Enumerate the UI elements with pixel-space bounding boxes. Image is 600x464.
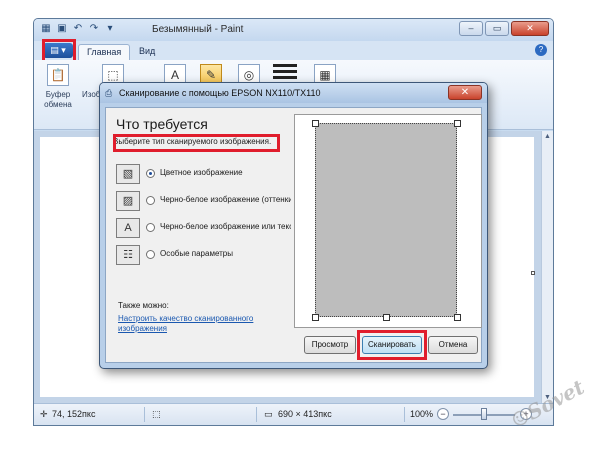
vertical-scrollbar[interactable]: ▲ ▼	[541, 131, 553, 403]
scan-area[interactable]	[315, 123, 457, 317]
radio-color[interactable]	[146, 169, 155, 178]
window-title: Безымянный - Paint	[152, 24, 244, 35]
preview-button[interactable]: Просмотр	[304, 336, 356, 354]
dialog-title: Сканирование с помощью EPSON NX110/TX110	[119, 88, 321, 98]
dialog-title-bar: ⎙ Сканирование с помощью EPSON NX110/TX1…	[100, 83, 487, 103]
customize-toolbar-icon[interactable]: ▾	[104, 23, 116, 35]
crop-handle[interactable]	[312, 120, 319, 127]
quick-access-toolbar: ▦ ▣ ↶ ↷ ▾	[40, 23, 116, 35]
clipboard-label: Буфер обмена	[44, 90, 72, 109]
zoom-out-button[interactable]: −	[437, 408, 449, 420]
selection-size-icon: ⬚	[152, 409, 161, 419]
save-icon[interactable]: ▣	[56, 23, 68, 35]
clipboard-group[interactable]: 📋 Буфер обмена	[40, 64, 76, 110]
option-grayscale[interactable]: ▨ Черно-белое изображение (оттенки серог…	[116, 191, 291, 213]
grayscale-photo-icon: ▨	[116, 191, 140, 211]
ribbon-tab-bar: ▤ ▾ Главная Вид ?	[34, 41, 553, 60]
undo-icon[interactable]: ↶	[72, 23, 84, 35]
zoom-level: 100%	[410, 409, 434, 419]
adjust-quality-link[interactable]: Настроить качество сканированного изобра…	[118, 314, 268, 334]
scan-dialog: ⎙ Сканирование с помощью EPSON NX110/TX1…	[99, 82, 488, 369]
canvas-resize-handle[interactable]	[531, 271, 535, 275]
option-bw-text[interactable]: A Черно-белое изображение или текст	[116, 218, 291, 240]
status-separator	[256, 407, 257, 422]
dialog-body: Что требуется Выберите тип сканируемого …	[105, 107, 482, 363]
crop-handle[interactable]	[454, 120, 461, 127]
scan-preview	[294, 114, 482, 328]
custom-settings-icon: ☷	[116, 245, 140, 265]
paint-app-icon: ▦	[41, 23, 51, 34]
crop-handle[interactable]	[312, 314, 319, 321]
text-document-icon: A	[116, 218, 140, 238]
status-bar: ✛ 74, 152пкс ⬚ ▭ 690 × 413пкс 100% − +	[34, 403, 553, 425]
status-separator	[144, 407, 145, 422]
cursor-position-icon: ✛	[40, 409, 48, 419]
crop-handle[interactable]	[454, 314, 461, 321]
clipboard-icon: 📋	[47, 64, 69, 86]
scanner-icon: ⎙	[105, 88, 113, 98]
cancel-button[interactable]: Отмена	[428, 336, 478, 354]
scan-button-highlight	[357, 330, 427, 360]
tab-view[interactable]: Вид	[131, 44, 163, 60]
close-button[interactable]: ✕	[511, 21, 549, 36]
minimize-button[interactable]: –	[459, 21, 483, 36]
option-label: Особые параметры	[160, 249, 233, 258]
help-icon[interactable]: ?	[535, 44, 547, 56]
option-label: Цветное изображение	[160, 168, 243, 177]
cursor-position: 74, 152пкс	[52, 409, 96, 419]
redo-icon[interactable]: ↷	[88, 23, 100, 35]
also-label: Также можно:	[118, 301, 169, 310]
zoom-slider-thumb[interactable]	[481, 408, 487, 420]
status-separator	[404, 407, 405, 422]
dialog-close-button[interactable]: ✕	[448, 85, 482, 100]
prompt-highlight	[113, 134, 280, 152]
image-size-icon: ▭	[264, 409, 273, 419]
option-label: Черно-белое изображение (оттенки серого)	[160, 195, 291, 204]
option-custom[interactable]: ☷ Особые параметры	[116, 245, 291, 267]
dialog-heading: Что требуется	[116, 116, 208, 132]
image-size: 690 × 413пкс	[278, 409, 332, 419]
option-color[interactable]: ▧ Цветное изображение	[116, 164, 291, 186]
option-label: Черно-белое изображение или текст	[160, 222, 291, 231]
radio-grayscale[interactable]	[146, 196, 155, 205]
radio-custom[interactable]	[146, 250, 155, 259]
tab-home[interactable]: Главная	[78, 44, 131, 60]
scroll-up-icon[interactable]: ▲	[544, 133, 551, 140]
crop-handle[interactable]	[383, 314, 390, 321]
title-bar: ▦ ▣ ↶ ↷ ▾ Безымянный - Paint – ▭ ✕	[34, 19, 553, 41]
color-photo-icon: ▧	[116, 164, 140, 184]
radio-bw-text[interactable]	[146, 223, 155, 232]
maximize-button[interactable]: ▭	[485, 21, 509, 36]
